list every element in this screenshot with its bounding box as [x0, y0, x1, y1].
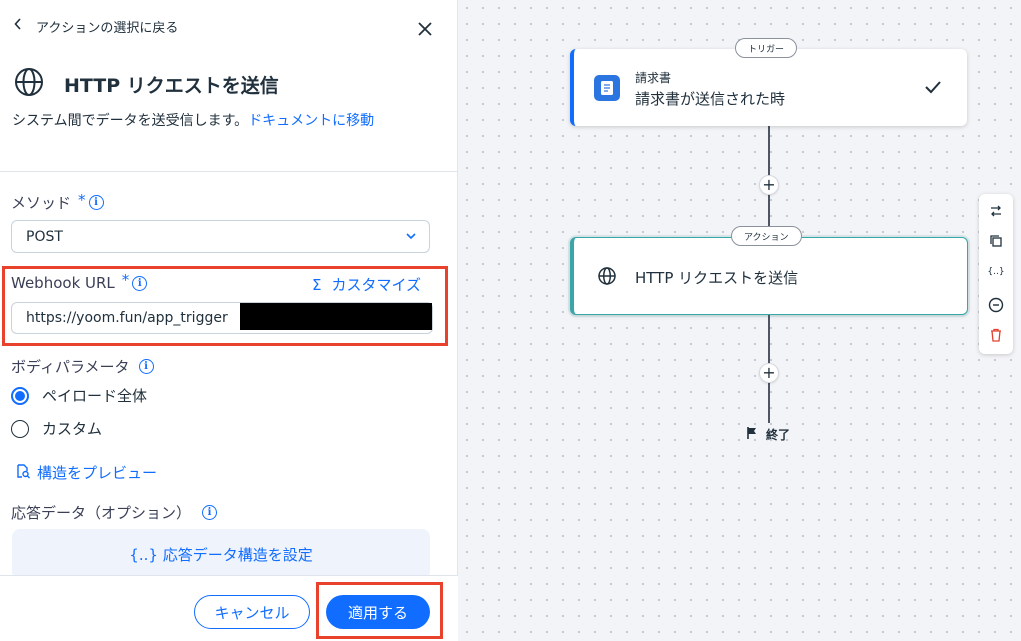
preview-link-label: 構造をプレビュー: [37, 464, 158, 482]
flag-icon: [746, 426, 758, 443]
info-icon[interactable]: i: [88, 195, 104, 210]
redacted-block: [240, 303, 432, 330]
trash-icon: [989, 328, 1003, 345]
trigger-pill: トリガー: [735, 38, 798, 58]
back-to-action-select[interactable]: アクションの選択に戻る: [12, 14, 178, 38]
back-label: アクションの選択に戻る: [36, 20, 179, 36]
webhook-label-text: Webhook URL: [11, 274, 115, 292]
preview-structure-link[interactable]: 構造をプレビュー: [15, 462, 157, 483]
add-step-button[interactable]: +: [759, 175, 779, 195]
info-icon[interactable]: i: [202, 505, 218, 520]
doc-link[interactable]: ドキュメントに移動: [248, 113, 374, 129]
radio-custom[interactable]: カスタム: [11, 418, 102, 439]
node-toolbar: {..}: [979, 194, 1013, 354]
radio-payload-all[interactable]: ペイロード全体: [11, 385, 147, 406]
method-label: メソッド * i: [11, 190, 104, 213]
delete-button[interactable]: [984, 324, 1008, 348]
method-select[interactable]: POST: [11, 220, 430, 253]
globe-icon: [12, 65, 46, 103]
customize-label: カスタマイズ: [331, 276, 422, 294]
variables-icon: {..}: [987, 267, 1005, 277]
required-mark: *: [121, 271, 130, 289]
apply-label: 適用する: [347, 603, 408, 622]
action-pill-label: アクション: [744, 232, 789, 243]
end-label: 終了: [766, 428, 791, 442]
apply-button[interactable]: 適用する: [326, 595, 430, 629]
invoice-icon: [594, 75, 620, 101]
info-icon[interactable]: i: [138, 359, 154, 374]
minus-circle-icon: [988, 297, 1004, 316]
trigger-event: 請求書が送信された時: [635, 90, 786, 108]
response-data-label: 応答データ（オプション） i: [11, 502, 218, 523]
disable-button[interactable]: [984, 294, 1008, 318]
body-label-text: ボディパラメータ: [11, 358, 130, 376]
webhook-url-label: Webhook URL * i: [11, 271, 148, 292]
add-step-button[interactable]: +: [759, 363, 779, 383]
radio-button[interactable]: [11, 419, 29, 438]
body-params-label: ボディパラメータ i: [11, 356, 154, 377]
plus-icon: +: [762, 175, 776, 194]
method-value: POST: [26, 228, 63, 245]
panel-description: システム間でデータを送受信します。ドキュメントに移動: [12, 111, 412, 131]
document-preview-icon: [15, 463, 31, 483]
close-button[interactable]: [413, 18, 437, 42]
action-label: HTTP リクエストを送信: [635, 269, 799, 287]
end-marker: 終了: [746, 426, 790, 443]
panel-header: HTTP リクエストを送信: [12, 64, 279, 104]
set-response-structure-button[interactable]: {..} 応答データ構造を設定: [12, 529, 430, 579]
radio-label: ペイロード全体: [42, 387, 148, 405]
trigger-pill-label: トリガー: [748, 44, 785, 55]
response-button-label: {..} 応答データ構造を設定: [129, 545, 313, 564]
method-label-text: メソッド: [11, 194, 72, 212]
response-label-text: 応答データ（オプション）: [11, 504, 192, 522]
duplicate-button[interactable]: [984, 230, 1008, 254]
trigger-app-name: 請求書: [635, 71, 672, 85]
chevron-down-icon: [405, 230, 417, 246]
chevron-left-icon: [12, 18, 24, 34]
variables-button[interactable]: {..}: [984, 260, 1008, 284]
page-title: HTTP リクエストを送信: [64, 74, 279, 97]
customize-button[interactable]: Σ カスタマイズ: [312, 274, 421, 295]
action-pill: アクション: [731, 226, 802, 246]
globe-icon: [597, 266, 617, 290]
cancel-label: キャンセル: [214, 603, 290, 622]
swap-icon: [989, 204, 1003, 221]
close-icon: [418, 21, 432, 40]
sigma-icon: Σ: [312, 275, 322, 294]
description-text: システム間でデータを送受信します。: [12, 113, 249, 129]
radio-button-selected[interactable]: [11, 386, 29, 405]
cancel-button[interactable]: キャンセル: [194, 595, 310, 629]
plus-icon: +: [762, 363, 776, 382]
info-icon[interactable]: i: [132, 275, 148, 291]
webhook-url-value: https://yoom.fun/app_trigger: [26, 310, 228, 326]
radio-label: カスタム: [42, 420, 103, 438]
checkmark-icon: [924, 79, 942, 98]
required-mark: *: [78, 190, 86, 209]
copy-icon: [989, 234, 1003, 251]
divider: [0, 171, 458, 172]
swap-button[interactable]: [984, 200, 1008, 224]
